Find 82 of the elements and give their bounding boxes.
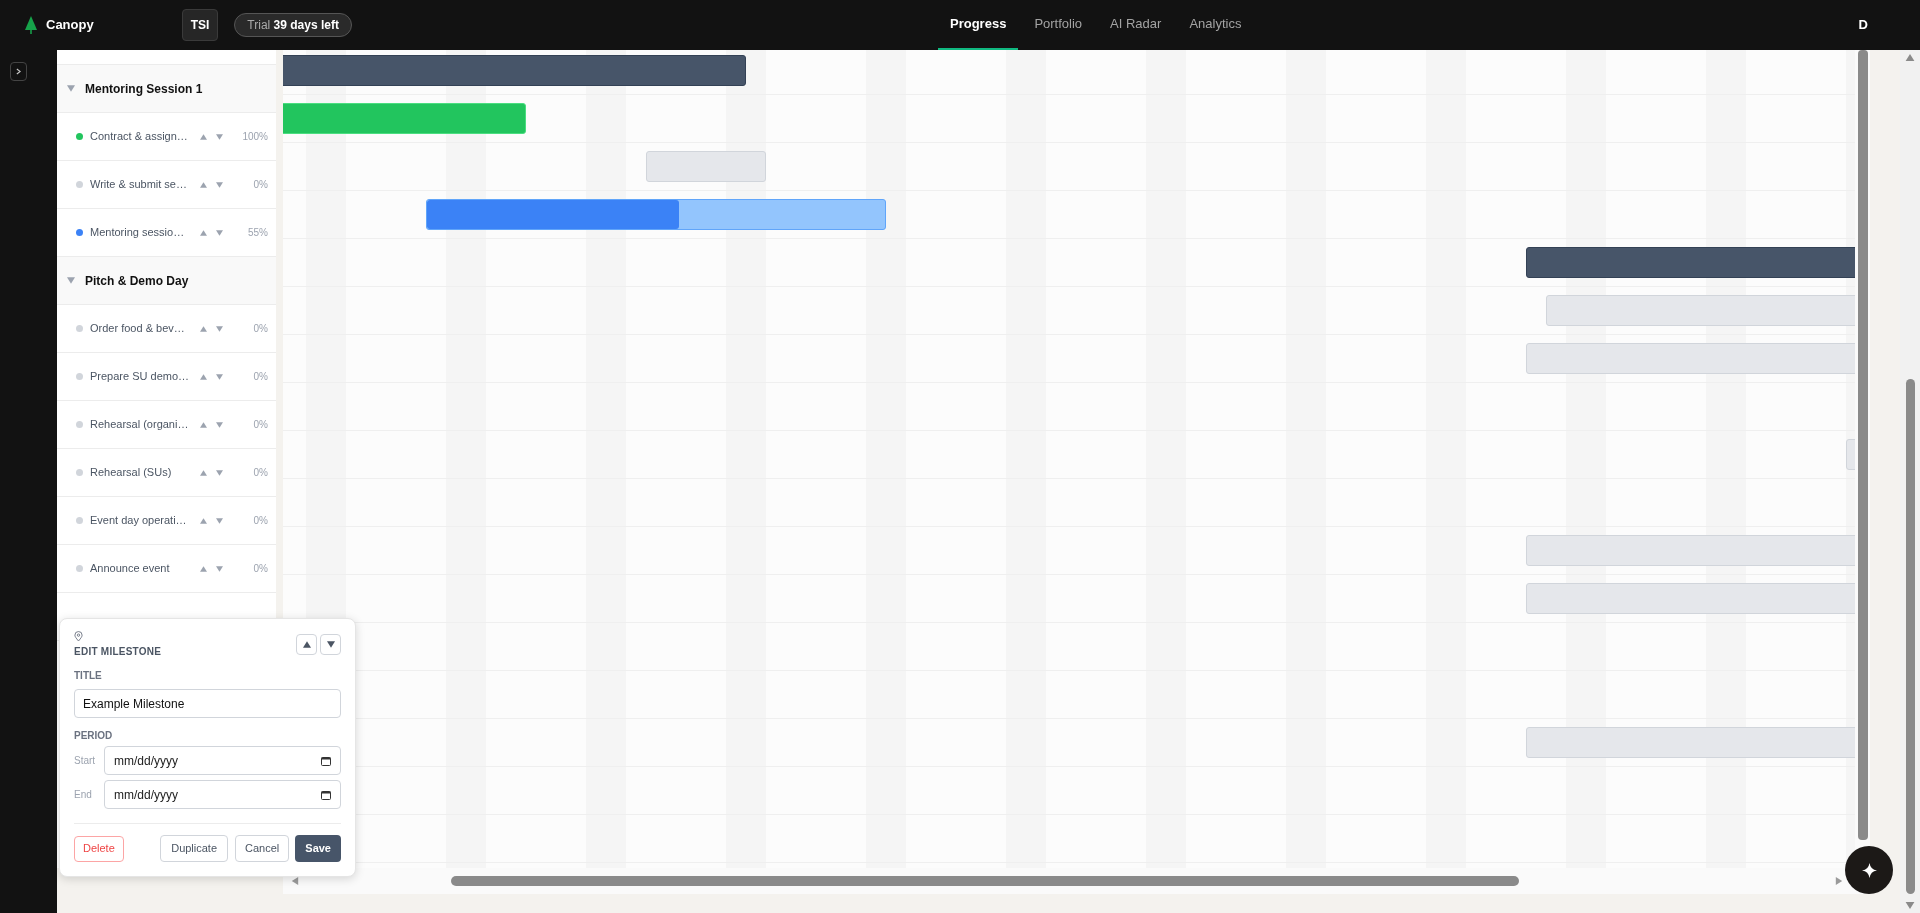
task-percent: 55% <box>248 226 268 240</box>
app-logo[interactable]: Canopy <box>46 15 94 35</box>
task-name: Event day operati… <box>90 513 188 529</box>
move-down-icon[interactable] <box>216 421 223 428</box>
date-label: End <box>74 788 93 802</box>
scroll-right-icon[interactable] <box>1834 877 1844 885</box>
group-title: Pitch & Demo Day <box>85 272 189 290</box>
group-row[interactable]: Pitch & Demo Day <box>57 257 276 305</box>
task-percent: 0% <box>253 178 268 192</box>
move-down-icon[interactable] <box>216 565 223 572</box>
group-title: Mentoring Session 1 <box>85 80 203 98</box>
tree-icon <box>24 16 38 34</box>
caret-down-icon[interactable] <box>67 85 75 92</box>
move-down-icon[interactable] <box>216 325 223 332</box>
date-field[interactable]: mm/dd/yyyy <box>104 746 341 775</box>
move-up-icon[interactable] <box>200 373 207 380</box>
chevron-right-icon <box>16 68 21 75</box>
task-percent: 0% <box>253 466 268 480</box>
task-name: Order food & bev… <box>90 321 186 337</box>
workspace-badge[interactable]: TSI <box>181 9 219 41</box>
move-down-icon[interactable] <box>216 133 223 140</box>
triangle-up-icon[interactable] <box>302 641 311 648</box>
scrollbar-thumb[interactable] <box>451 876 1519 886</box>
sparkle-icon <box>1861 862 1877 878</box>
field-label: PERIOD <box>74 729 114 743</box>
triangle-down-icon[interactable] <box>326 641 335 648</box>
popover-title: EDIT MILESTONE <box>74 645 162 659</box>
date-label: Start <box>74 754 97 768</box>
task-bar[interactable] <box>426 199 886 230</box>
task-percent: 0% <box>253 418 268 432</box>
nav-tab[interactable]: Analytics <box>1177 0 1254 50</box>
location-pin-icon <box>74 631 83 642</box>
task-percent: 100% <box>242 130 268 144</box>
scrollbar-thumb[interactable] <box>1857 50 1868 840</box>
user-initial[interactable]: D <box>1858 15 1868 35</box>
calendar-icon[interactable] <box>321 789 331 800</box>
task-name: Announce event <box>90 561 171 577</box>
move-up-icon[interactable] <box>200 565 207 572</box>
move-down-icon[interactable] <box>216 517 223 524</box>
task-percent: 0% <box>253 562 268 576</box>
move-up-button[interactable] <box>296 634 317 655</box>
summary-bar[interactable] <box>283 55 746 86</box>
task-name: Prepare SU demo… <box>90 369 191 385</box>
task-name: Rehearsal (organi… <box>90 417 190 433</box>
move-up-icon[interactable] <box>200 517 207 524</box>
move-down-icon[interactable] <box>216 181 223 188</box>
group-row[interactable]: Mentoring Session 1 <box>57 65 276 113</box>
date-field[interactable]: mm/dd/yyyy <box>104 780 341 809</box>
move-up-icon[interactable] <box>200 325 207 332</box>
move-down-icon[interactable] <box>216 373 223 380</box>
task-name: Contract & assign… <box>90 129 189 145</box>
assistant-button[interactable] <box>1845 846 1893 894</box>
move-down-icon[interactable] <box>216 469 223 476</box>
move-up-icon[interactable] <box>200 421 207 428</box>
scrollbar-thumb[interactable] <box>1905 379 1915 894</box>
move-down-button[interactable] <box>320 634 341 655</box>
task-percent: 0% <box>253 370 268 384</box>
duplicate-button[interactable]: Duplicate <box>160 835 229 862</box>
task-name: Rehearsal (SUs) <box>90 465 173 481</box>
cancel-button[interactable]: Cancel <box>235 835 290 862</box>
move-up-icon[interactable] <box>200 181 207 188</box>
task-percent: 0% <box>253 514 268 528</box>
move-down-icon[interactable] <box>216 229 223 236</box>
move-up-icon[interactable] <box>200 229 207 236</box>
delete-button[interactable]: Delete <box>74 835 124 862</box>
nav-tab[interactable]: Portfolio <box>1022 0 1095 50</box>
expand-button[interactable] <box>10 62 27 81</box>
task-name: Mentoring sessio… <box>90 225 186 241</box>
save-button[interactable]: Save <box>295 835 341 862</box>
nav-tab[interactable]: AI Radar <box>1098 0 1174 50</box>
task-name: Write & submit se… <box>90 177 188 193</box>
move-up-icon[interactable] <box>200 133 207 140</box>
caret-down-icon[interactable] <box>67 277 75 284</box>
move-up-icon[interactable] <box>200 469 207 476</box>
calendar-icon[interactable] <box>321 755 331 766</box>
scroll-down-icon[interactable] <box>1905 902 1915 909</box>
task-bar[interactable] <box>283 103 526 134</box>
task-percent: 0% <box>253 322 268 336</box>
field-label: TITLE <box>74 669 103 683</box>
title-field[interactable]: Example Milestone <box>74 689 341 718</box>
trial-pill: Trial 39 days left <box>234 13 352 37</box>
scroll-up-icon[interactable] <box>1905 54 1915 61</box>
